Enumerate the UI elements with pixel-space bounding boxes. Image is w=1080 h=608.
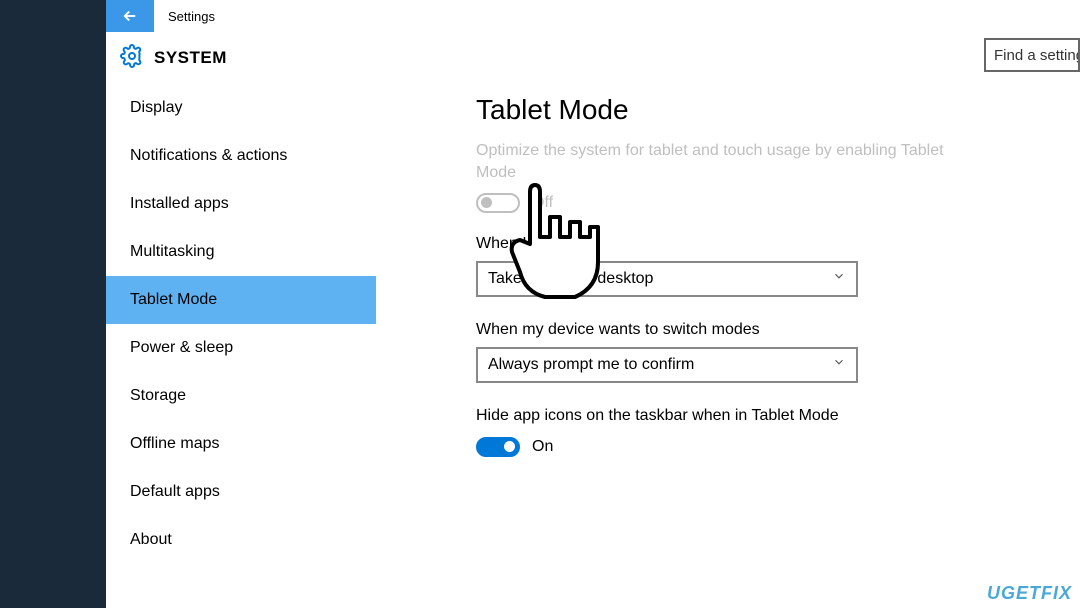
hide-icons-toggle[interactable] bbox=[476, 437, 520, 457]
chevron-down-icon bbox=[832, 355, 846, 374]
arrow-left-icon bbox=[121, 7, 139, 25]
sidebar: Display Notifications & actions Installe… bbox=[106, 84, 376, 608]
sidebar-item-label: Multitasking bbox=[130, 243, 214, 261]
toggle-knob bbox=[481, 197, 492, 208]
watermark: UGETFIX bbox=[987, 583, 1072, 604]
page-title: Tablet Mode bbox=[476, 94, 1080, 126]
content-pane: Tablet Mode Optimize the system for tabl… bbox=[376, 84, 1080, 608]
sidebar-item-label: Offline maps bbox=[130, 435, 220, 453]
sidebar-item-label: Default apps bbox=[130, 483, 220, 501]
toggle-knob bbox=[504, 441, 515, 452]
signin-label: When I sign in bbox=[476, 235, 1080, 253]
sidebar-item-tablet-mode[interactable]: Tablet Mode bbox=[106, 276, 376, 324]
switch-modes-dropdown-value: Always prompt me to confirm bbox=[488, 356, 694, 374]
tablet-mode-toggle-row: Off bbox=[476, 193, 1080, 213]
sidebar-item-offline-maps[interactable]: Offline maps bbox=[106, 420, 376, 468]
hide-icons-toggle-state: On bbox=[532, 438, 553, 456]
sidebar-item-label: Display bbox=[130, 99, 182, 117]
page-header: SYSTEM Find a setting bbox=[106, 32, 1080, 84]
sidebar-item-label: Installed apps bbox=[130, 195, 229, 213]
sidebar-item-label: About bbox=[130, 531, 172, 549]
gear-icon bbox=[120, 44, 144, 73]
sidebar-item-notifications[interactable]: Notifications & actions bbox=[106, 132, 376, 180]
sidebar-item-label: Tablet Mode bbox=[130, 291, 217, 309]
sidebar-item-display[interactable]: Display bbox=[106, 84, 376, 132]
body: Display Notifications & actions Installe… bbox=[106, 84, 1080, 608]
tablet-mode-description: Optimize the system for tablet and touch… bbox=[476, 140, 946, 185]
signin-dropdown-value: Take me to the desktop bbox=[488, 270, 653, 288]
sidebar-item-label: Notifications & actions bbox=[130, 147, 287, 165]
sidebar-item-power-sleep[interactable]: Power & sleep bbox=[106, 324, 376, 372]
chevron-down-icon bbox=[832, 269, 846, 288]
hide-icons-toggle-row: On bbox=[476, 437, 1080, 457]
sidebar-item-default-apps[interactable]: Default apps bbox=[106, 468, 376, 516]
tablet-mode-toggle[interactable] bbox=[476, 193, 520, 213]
settings-window: Settings SYSTEM Find a setting Display N… bbox=[106, 0, 1080, 608]
back-button[interactable] bbox=[106, 0, 154, 32]
sidebar-item-storage[interactable]: Storage bbox=[106, 372, 376, 420]
signin-dropdown[interactable]: Take me to the desktop bbox=[476, 261, 858, 297]
hide-icons-label: Hide app icons on the taskbar when in Ta… bbox=[476, 407, 1080, 425]
header-title: SYSTEM bbox=[154, 48, 227, 68]
switch-modes-label: When my device wants to switch modes bbox=[476, 321, 1080, 339]
switch-modes-dropdown[interactable]: Always prompt me to confirm bbox=[476, 347, 858, 383]
find-setting-input[interactable]: Find a setting bbox=[984, 38, 1080, 72]
window-title: Settings bbox=[154, 9, 215, 24]
sidebar-item-label: Storage bbox=[130, 387, 186, 405]
sidebar-item-multitasking[interactable]: Multitasking bbox=[106, 228, 376, 276]
sidebar-item-installed-apps[interactable]: Installed apps bbox=[106, 180, 376, 228]
titlebar: Settings bbox=[106, 0, 1080, 32]
sidebar-item-label: Power & sleep bbox=[130, 339, 233, 357]
sidebar-item-about[interactable]: About bbox=[106, 516, 376, 564]
tablet-mode-toggle-state: Off bbox=[532, 194, 553, 212]
